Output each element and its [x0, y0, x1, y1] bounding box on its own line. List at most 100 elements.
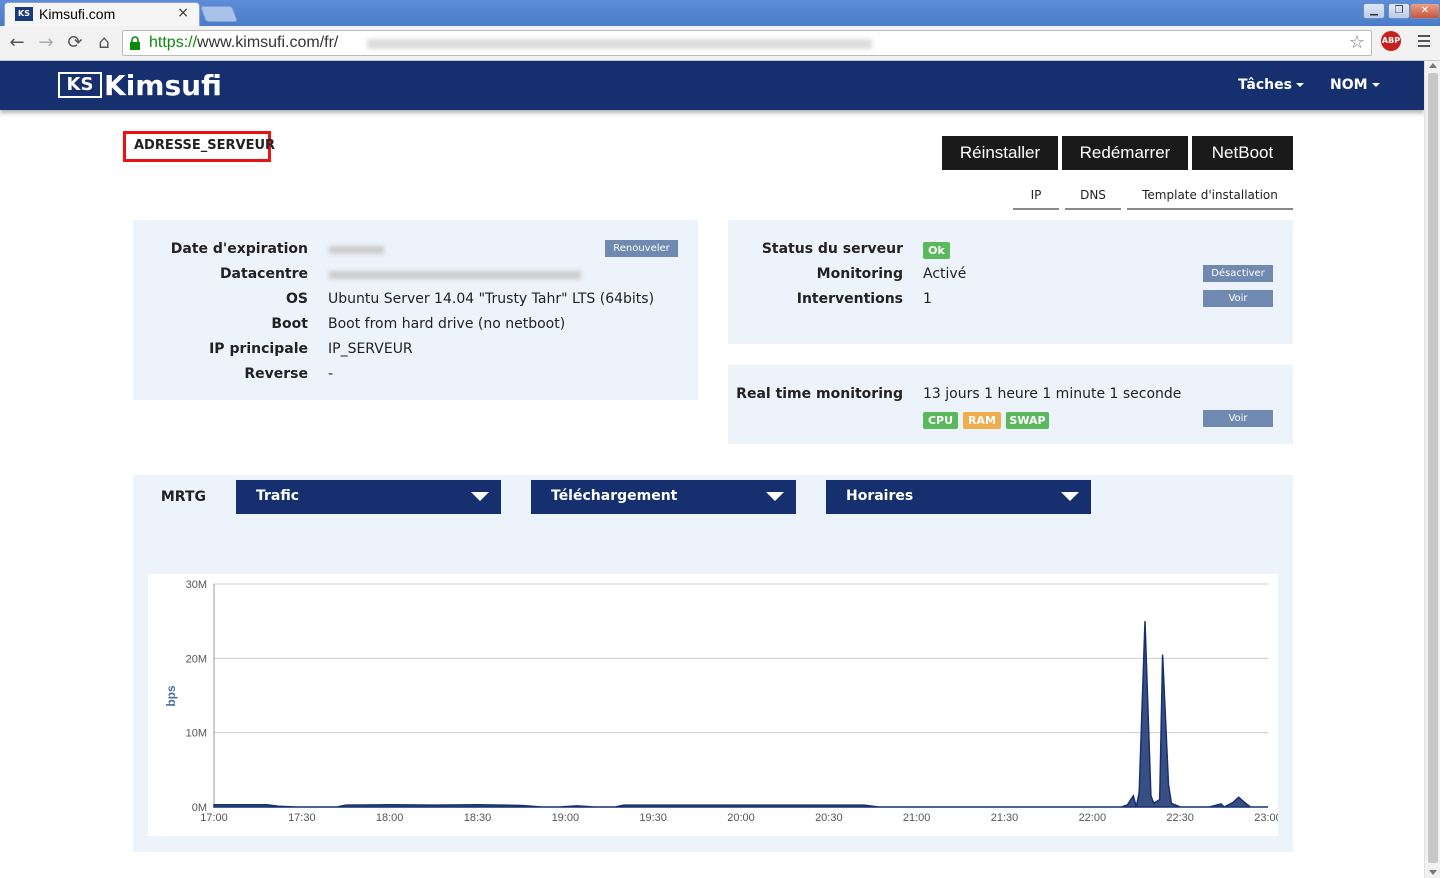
site-header: KS Kimsufi Tâches NOM — [0, 61, 1424, 110]
ip-value: IP_SERVEUR — [328, 341, 413, 357]
forward-arrow-icon[interactable]: → — [35, 32, 57, 53]
swap-badge: SWAP — [1006, 412, 1049, 429]
cpu-badge: CPU — [923, 412, 958, 429]
dropdown-arrow-icon — [1061, 492, 1079, 501]
ram-badge: RAM — [963, 412, 1001, 429]
dropdown-arrow-icon — [471, 492, 489, 501]
download-dropdown-label: Téléchargement — [551, 488, 678, 504]
scrollbar-thumb[interactable] — [1428, 73, 1438, 863]
adblock-icon[interactable]: ABP — [1381, 31, 1401, 51]
period-dropdown-label: Horaires — [846, 488, 914, 504]
url-redacted — [367, 39, 872, 49]
tasks-menu[interactable]: Tâches — [1238, 77, 1304, 93]
interventions-value: 1 — [923, 291, 932, 307]
boot-value: Boot from hard drive (no netboot) — [328, 316, 566, 332]
view-interventions-button[interactable]: Voir — [1203, 290, 1273, 307]
url-text: https://www.kimsufi.com/fr/ — [149, 34, 338, 52]
datacenter-label: Datacentre — [219, 266, 308, 282]
x-tick-label: 18:30 — [464, 812, 492, 824]
scroll-down-icon[interactable] — [1429, 870, 1437, 875]
reboot-button[interactable]: Redémarrer — [1062, 136, 1188, 170]
x-tick-label: 21:00 — [903, 812, 931, 824]
tab-dns[interactable]: DNS — [1065, 188, 1121, 210]
traffic-chart: 0M10M20M30M17:00 17:30 18:00 18:30 19:00 19:3… — [164, 579, 1282, 824]
boot-label: Boot — [271, 316, 308, 332]
x-tick-label: 20:00 — [727, 812, 755, 824]
x-tick-label: 22:00 — [1079, 812, 1107, 824]
expiration-label: Date d'expiration — [170, 241, 308, 257]
kimsufi-logo[interactable]: KS Kimsufi — [58, 68, 222, 102]
user-name-label: NOM — [1330, 77, 1368, 93]
disable-monitoring-button[interactable]: Désactiver — [1203, 265, 1273, 282]
period-dropdown[interactable]: Horaires — [826, 480, 1091, 514]
reload-icon[interactable]: ⟳ — [64, 32, 86, 53]
datacenter-value-redacted — [329, 271, 581, 279]
x-tick-label: 22:30 — [1166, 812, 1194, 824]
y-tick-label: 20M — [186, 653, 207, 665]
scroll-up-icon[interactable] — [1429, 63, 1437, 68]
x-tick-label: 23:00 — [1254, 812, 1278, 824]
browser-titlebar: KS Kimsufi.com × ▁ ❐ ✕ — [0, 0, 1440, 26]
new-tab-button[interactable] — [200, 6, 238, 22]
bookmark-star-icon[interactable]: ☆ — [1349, 32, 1365, 53]
tasks-label: Tâches — [1238, 77, 1292, 93]
page-scrollbar[interactable] — [1424, 61, 1440, 878]
reverse-value: - — [328, 366, 334, 382]
os-label: OS — [286, 291, 308, 307]
reinstall-button[interactable]: Réinstaller — [942, 136, 1058, 170]
kimsufi-favicon-icon: KS — [15, 7, 33, 21]
dropdown-arrow-icon — [766, 492, 784, 501]
y-tick-label: 10M — [186, 728, 207, 740]
download-dropdown[interactable]: Téléchargement — [531, 480, 796, 514]
caret-down-icon — [1295, 83, 1304, 87]
back-arrow-icon[interactable]: ← — [6, 32, 28, 53]
realtime-monitoring-panel: Real time monitoring 13 jours 1 heure 1 … — [728, 365, 1293, 444]
realtime-uptime: 13 jours 1 heure 1 minute 1 seconde — [923, 386, 1182, 402]
os-value: Ubuntu Server 14.04 "Trusty Tahr" LTS (6… — [328, 291, 655, 307]
server-name: ADRESSE_SERVEUR — [123, 131, 275, 162]
view-realtime-button[interactable]: Voir — [1203, 410, 1273, 427]
interventions-label: Interventions — [796, 291, 903, 307]
server-info-panel: Date d'expiration Renouveler Datacentre … — [133, 220, 698, 400]
monitoring-label: Monitoring — [816, 266, 903, 282]
x-tick-label: 19:30 — [639, 812, 667, 824]
x-tick-label: 17:30 — [288, 812, 316, 824]
caret-down-icon — [1371, 83, 1380, 87]
x-tick-label: 17:00 — [200, 812, 228, 824]
netboot-button[interactable]: NetBoot — [1192, 136, 1293, 170]
browser-menu-icon[interactable] — [1418, 35, 1430, 50]
url-scheme: https:// — [149, 34, 198, 51]
reverse-label: Reverse — [244, 366, 308, 382]
tab-template[interactable]: Template d'installation — [1127, 188, 1293, 210]
traffic-series-area — [213, 621, 1268, 808]
x-tick-label: 19:00 — [552, 812, 580, 824]
browser-toolbar: ← → ⟳ ⌂ https://www.kimsufi.com/fr/ ☆ AB… — [0, 26, 1440, 61]
minimize-button[interactable]: ▁ — [1363, 3, 1385, 19]
traffic-chart-container: 0M 10M 20M 30M 17:00 17:30 18:00 18:30 19:00 19:3… — [148, 574, 1282, 836]
traffic-dropdown-label: Trafic — [256, 488, 300, 504]
maximize-button[interactable]: ❐ — [1388, 3, 1410, 19]
browser-tab[interactable]: KS Kimsufi.com × — [4, 2, 200, 26]
traffic-dropdown[interactable]: Trafic — [236, 480, 501, 514]
mrtg-label: MRTG — [160, 489, 206, 505]
monitoring-value: Activé — [923, 266, 967, 282]
logo-text: Kimsufi — [104, 68, 222, 102]
tab-close-icon[interactable]: × — [177, 5, 189, 21]
close-window-button[interactable]: ✕ — [1410, 3, 1440, 19]
address-bar[interactable]: https://www.kimsufi.com/fr/ ☆ — [122, 30, 1372, 56]
realtime-label: Real time monitoring — [736, 386, 903, 402]
logo-mark: KS — [58, 72, 102, 98]
tab-title: Kimsufi.com — [39, 6, 116, 22]
expiration-value-redacted — [329, 246, 384, 254]
status-badge: Ok — [923, 242, 950, 259]
renew-button[interactable]: Renouveler — [605, 240, 678, 257]
user-menu[interactable]: NOM — [1330, 77, 1380, 93]
x-tick-label: 18:00 — [376, 812, 404, 824]
tab-ip[interactable]: IP — [1013, 188, 1059, 210]
url-path: www.kimsufi.com/fr/ — [197, 34, 339, 51]
x-tick-label: 21:30 — [991, 812, 1019, 824]
home-icon[interactable]: ⌂ — [93, 32, 115, 53]
ip-label: IP principale — [209, 341, 308, 357]
server-status-panel: Status du serveur Ok Monitoring Activé D… — [728, 220, 1293, 344]
y-axis-label: bps — [164, 685, 178, 707]
